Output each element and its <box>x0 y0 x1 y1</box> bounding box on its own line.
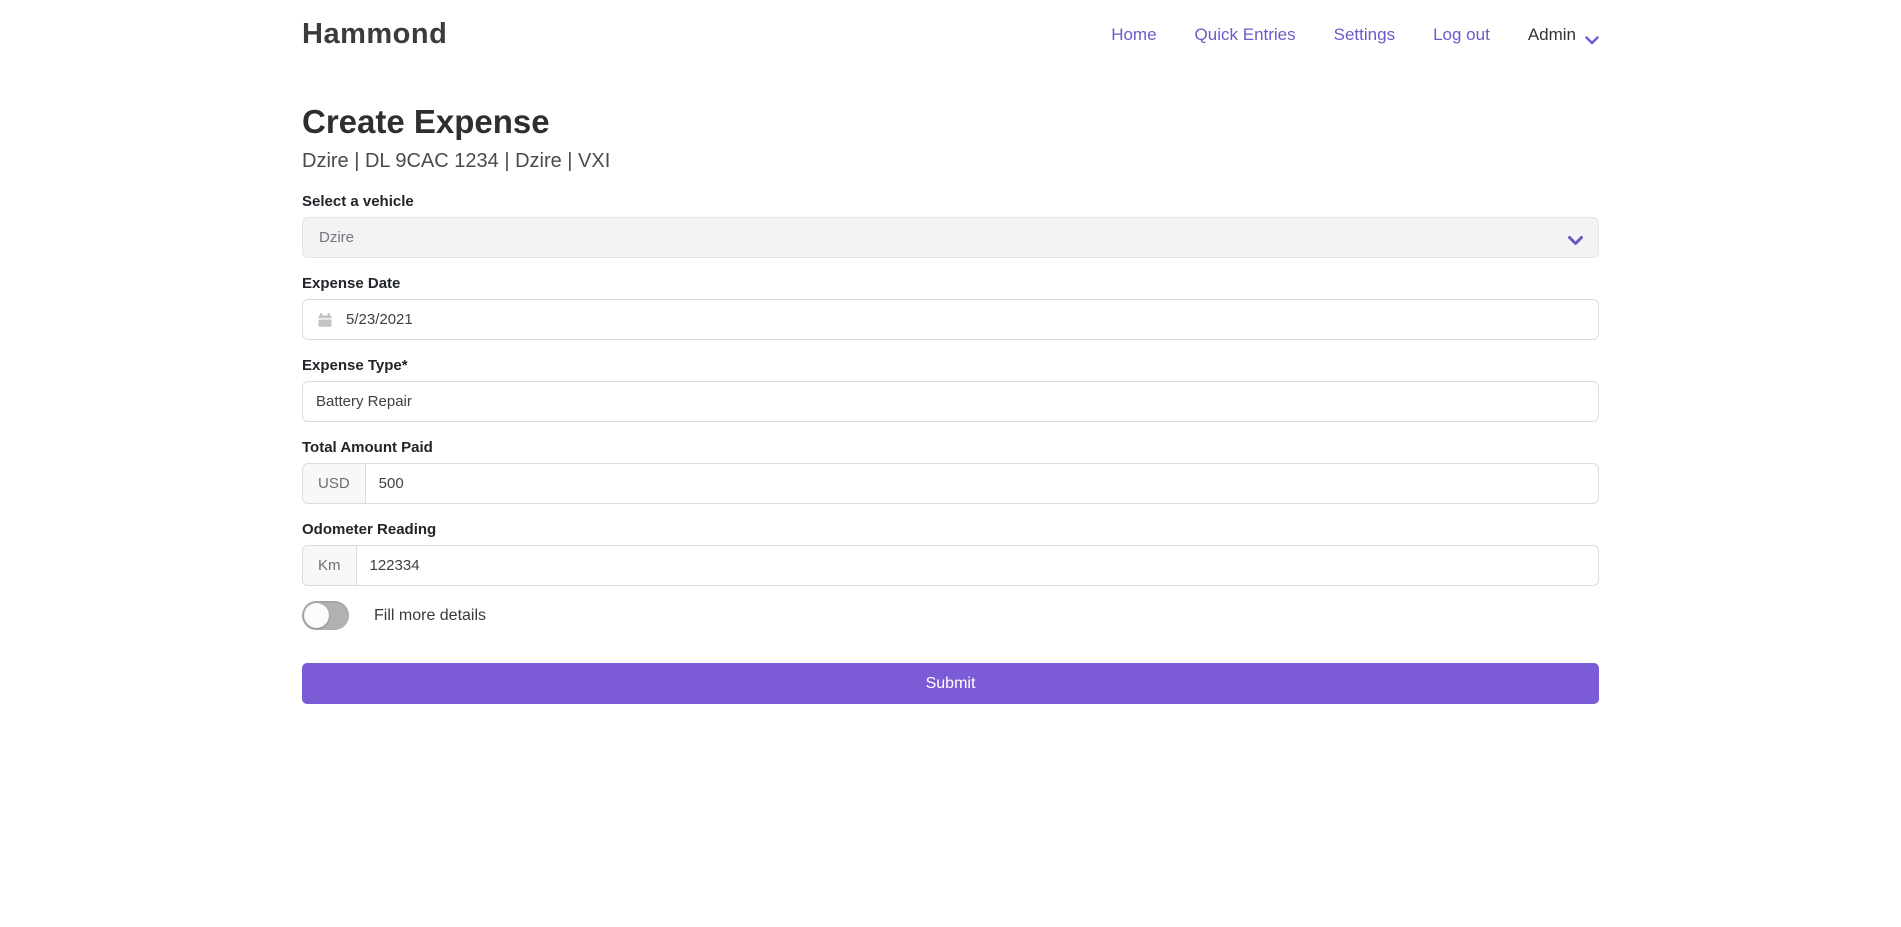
expense-date-input[interactable] <box>333 300 1598 339</box>
chevron-down-icon <box>1568 233 1582 242</box>
nav-settings[interactable]: Settings <box>1334 25 1395 45</box>
odometer-label: Odometer Reading <box>302 521 1599 538</box>
admin-menu-label: Admin <box>1528 25 1576 45</box>
total-amount-label: Total Amount Paid <box>302 439 1599 456</box>
vehicle-label: Select a vehicle <box>302 193 1599 210</box>
calendar-icon[interactable] <box>303 312 333 328</box>
nav-home[interactable]: Home <box>1111 25 1156 45</box>
nav-quick-entries[interactable]: Quick Entries <box>1195 25 1296 45</box>
fill-more-details-label: Fill more details <box>374 607 486 625</box>
total-amount-input[interactable] <box>366 464 1598 503</box>
main-nav: Home Quick Entries Settings Log out Admi… <box>1111 25 1599 45</box>
expense-date-control <box>302 299 1599 340</box>
submit-button[interactable]: Submit <box>302 663 1599 704</box>
odometer-control: Km <box>302 545 1599 586</box>
expense-type-input[interactable] <box>303 382 1598 421</box>
main-content: Create Expense Dzire | DL 9CAC 1234 | Dz… <box>302 103 1599 704</box>
chevron-down-icon <box>1585 30 1599 39</box>
vehicle-select[interactable]: Dzire <box>302 217 1599 258</box>
vehicle-select-value: Dzire <box>319 229 354 246</box>
total-amount-control: USD <box>302 463 1599 504</box>
fill-more-details-row: Fill more details <box>302 601 1599 630</box>
toggle-knob <box>304 603 329 628</box>
fill-more-details-toggle[interactable] <box>302 601 349 630</box>
create-expense-form: Select a vehicle Dzire Expense Date Expe… <box>302 193 1599 704</box>
currency-addon: USD <box>303 464 366 503</box>
nav-logout[interactable]: Log out <box>1433 25 1490 45</box>
expense-type-label: Expense Type* <box>302 357 1599 374</box>
app-logo[interactable]: Hammond <box>302 18 447 51</box>
vehicle-summary: Dzire | DL 9CAC 1234 | Dzire | VXI <box>302 150 1599 173</box>
admin-menu[interactable]: Admin <box>1528 25 1599 45</box>
expense-type-control <box>302 381 1599 422</box>
page-title: Create Expense <box>302 103 1599 141</box>
distance-unit-addon: Km <box>303 546 357 585</box>
expense-date-label: Expense Date <box>302 275 1599 292</box>
app-header: Hammond Home Quick Entries Settings Log … <box>302 0 1599 51</box>
odometer-input[interactable] <box>357 546 1599 585</box>
